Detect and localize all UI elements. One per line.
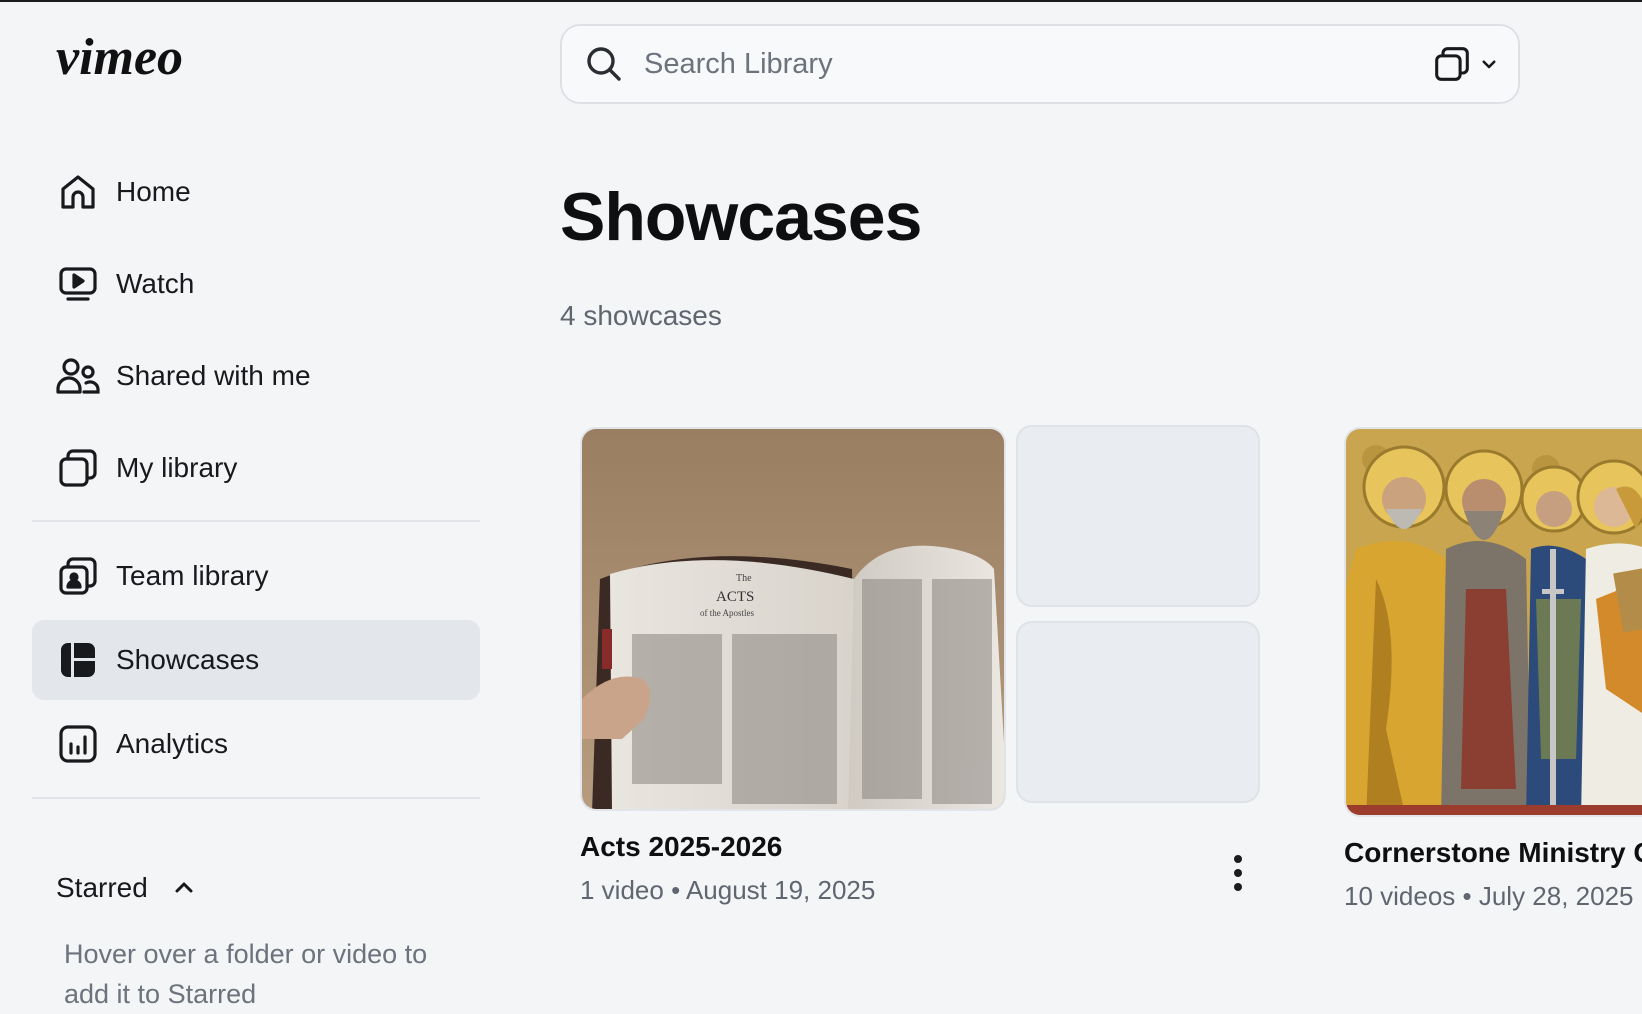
starred-label: Starred	[56, 872, 148, 903]
showcase-title[interactable]: Acts 2025-2026	[580, 831, 782, 863]
sidebar-item-home[interactable]: Home	[32, 152, 480, 232]
play-screen-icon	[56, 262, 100, 306]
home-icon	[56, 170, 100, 214]
sidebar-item-label: Team library	[116, 560, 269, 591]
chevron-up-icon	[175, 882, 193, 893]
svg-text:ACTS: ACTS	[716, 589, 754, 605]
sidebar-item-my-library[interactable]: My library	[32, 428, 480, 508]
showcase-meta: 10 videos • July 28, 2025	[1344, 881, 1634, 911]
sidebar-divider	[32, 797, 480, 799]
library-filter-dropdown[interactable]	[1434, 46, 1498, 82]
chevron-down-icon	[1482, 60, 1496, 69]
sidebar-divider	[32, 520, 480, 522]
showcase-thumbnail[interactable]	[1344, 427, 1642, 817]
sidebar-item-watch[interactable]: Watch	[32, 244, 480, 324]
showcase-thumbnail[interactable]: The ACTS of the Apostles	[580, 427, 1006, 811]
sidebar-item-shared-with-me[interactable]: Shared with me	[32, 336, 480, 416]
analytics-icon	[56, 722, 100, 766]
more-options-icon[interactable]	[1224, 849, 1252, 897]
sidebar-item-label: Watch	[116, 268, 195, 299]
sidebar-item-team-library[interactable]: Team library	[32, 536, 480, 616]
sidebar-item-label: Home	[116, 176, 191, 207]
svg-text:of the Apostles: of the Apostles	[700, 608, 754, 618]
showcase-thumbnail-placeholder	[1016, 621, 1260, 803]
sidebar: vimeo Home Watch Shared with me My libra…	[0, 2, 486, 1009]
vimeo-logo[interactable]: vimeo	[56, 30, 216, 86]
library-icon	[1435, 47, 1469, 81]
starred-toggle[interactable]: Starred	[56, 872, 196, 904]
search-input[interactable]	[644, 47, 1404, 81]
team-library-icon	[56, 554, 100, 598]
sidebar-item-label: Showcases	[116, 644, 260, 675]
search-icon[interactable]	[584, 44, 624, 84]
page-title: Showcases	[560, 179, 922, 255]
showcase-meta: 1 video • August 19, 2025	[580, 875, 876, 905]
users-icon	[56, 354, 100, 398]
starred-hint: Hover over a folder or video to add it t…	[64, 939, 428, 1009]
showcase-thumbnail-placeholder	[1016, 425, 1260, 607]
open-bible-image: The ACTS of the Apostles	[582, 429, 1004, 809]
sidebar-item-analytics[interactable]: Analytics	[32, 704, 480, 784]
svg-text:The: The	[736, 573, 752, 584]
search-bar	[560, 24, 1520, 104]
library-icon	[56, 446, 100, 490]
sidebar-item-label: My library	[116, 452, 238, 483]
showcase-title[interactable]: Cornerstone Ministry C	[1344, 837, 1642, 869]
logo-text: vimeo	[56, 30, 183, 86]
sidebar-item-label: Shared with me	[116, 360, 311, 391]
showcase-count: 4 showcases	[560, 300, 722, 331]
apostles-painting-image	[1346, 429, 1642, 815]
sidebar-item-label: Analytics	[116, 728, 229, 759]
showcases-icon	[56, 638, 100, 682]
sidebar-item-showcases[interactable]: Showcases	[32, 620, 480, 700]
